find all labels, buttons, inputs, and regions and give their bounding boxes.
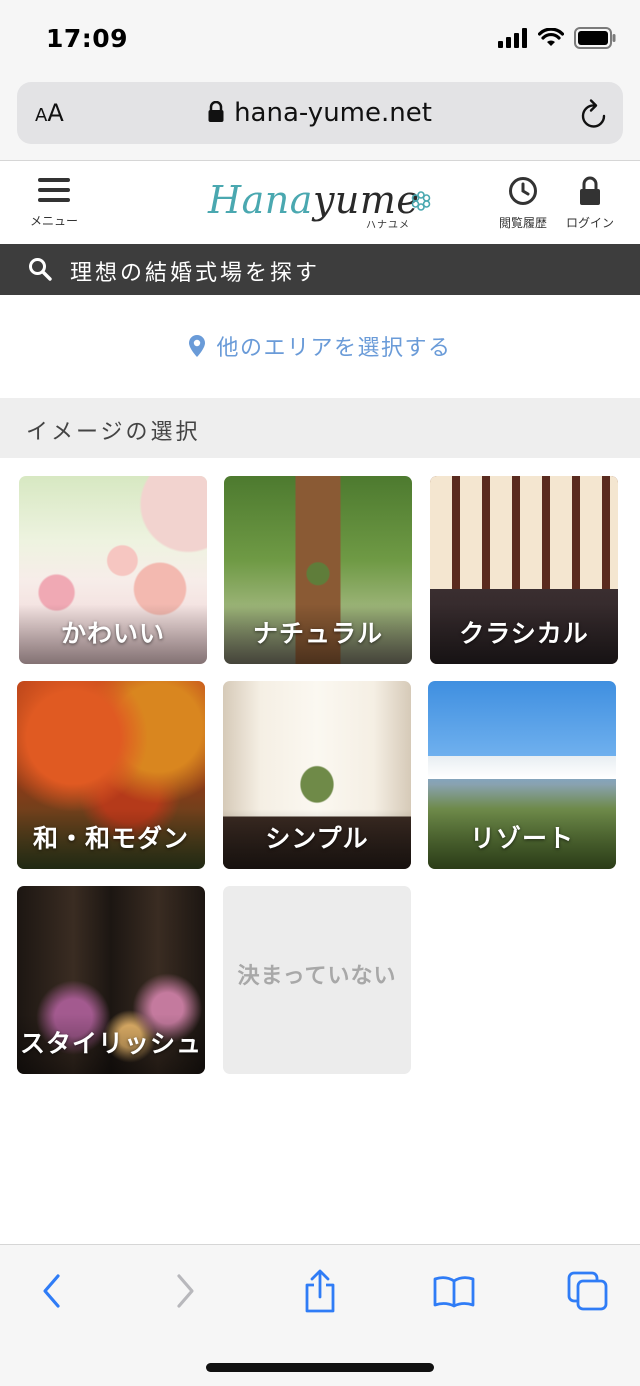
- tile-label: シンプル: [265, 824, 369, 853]
- cellular-signal-icon: [498, 28, 528, 52]
- menu-button[interactable]: メニュー: [24, 176, 84, 236]
- flower-icon: [410, 190, 432, 216]
- tile-kawaii[interactable]: かわいい: [19, 476, 207, 664]
- lock-icon: [208, 100, 224, 130]
- clock-icon: [508, 177, 538, 210]
- tile-label: クラシカル: [459, 619, 589, 648]
- status-time: 17:09: [46, 24, 129, 53]
- search-bar-label: 理想の結婚式場を探す: [70, 261, 321, 286]
- hamburger-icon: [36, 178, 72, 208]
- share-icon: [302, 1269, 338, 1317]
- history-button[interactable]: 閲覧履歴: [494, 176, 552, 231]
- url-display[interactable]: hana-yume.net: [17, 98, 623, 130]
- url-text: hana-yume.net: [234, 98, 432, 128]
- chevron-right-icon: [173, 1273, 197, 1313]
- venue-search-bar[interactable]: 理想の結婚式場を探す: [0, 244, 640, 295]
- address-bar[interactable]: AA hana-yume.net: [17, 82, 623, 144]
- tile-stylish[interactable]: スタイリッシュ: [17, 886, 205, 1074]
- history-label: 閲覧履歴: [498, 216, 547, 230]
- browser-toolbar: [0, 1244, 640, 1386]
- login-label: ログイン: [565, 216, 614, 230]
- wifi-icon: [537, 27, 565, 52]
- location-pin-icon: [188, 334, 206, 364]
- area-select-text: 他のエリアを選択する: [216, 336, 452, 361]
- forward-button[interactable]: [161, 1269, 209, 1317]
- status-bar: 17:09: [0, 0, 640, 78]
- image-select-header: イメージの選択: [0, 398, 640, 458]
- battery-icon: [574, 27, 616, 53]
- tile-label: 決まっていない: [237, 964, 397, 989]
- tile-label: 和・和モダン: [32, 824, 189, 853]
- tile-resort[interactable]: リゾート: [428, 681, 616, 869]
- browser-address-area: AA hana-yume.net: [0, 78, 640, 161]
- tabs-button[interactable]: [564, 1269, 612, 1317]
- back-button[interactable]: [28, 1269, 76, 1317]
- bookmarks-button[interactable]: [430, 1269, 478, 1317]
- site-header: メニュー Hanayume ハナユメ 閲覧履歴 ログイン: [0, 162, 640, 244]
- share-button[interactable]: [296, 1269, 344, 1317]
- tabs-icon: [567, 1271, 609, 1315]
- tile-label: リゾート: [469, 824, 574, 853]
- lock-icon: [579, 176, 601, 210]
- tile-label: スタイリッシュ: [19, 1029, 202, 1058]
- tile-simple[interactable]: シンプル: [223, 681, 411, 869]
- login-button[interactable]: ログイン: [562, 176, 618, 231]
- chevron-left-icon: [40, 1273, 64, 1313]
- tile-undecided[interactable]: 決まっていない: [223, 886, 411, 1074]
- area-select-section: 他のエリアを選択する: [0, 296, 640, 398]
- site-logo[interactable]: Hanayume ハナユメ: [208, 176, 438, 232]
- status-icons: [498, 27, 616, 53]
- logo-kana: ハナユメ: [366, 220, 410, 231]
- tile-japanese-modern[interactable]: 和・和モダン: [17, 681, 205, 869]
- tile-classical[interactable]: クラシカル: [430, 476, 618, 664]
- tile-label: ナチュラル: [252, 619, 383, 648]
- section-title: イメージの選択: [26, 420, 201, 445]
- home-indicator: [206, 1363, 434, 1372]
- tile-natural[interactable]: ナチュラル: [224, 476, 412, 664]
- area-select-link[interactable]: 他のエリアを選択する: [0, 330, 640, 364]
- reload-icon[interactable]: [579, 97, 609, 133]
- search-icon: [28, 257, 52, 285]
- tile-label: かわいい: [60, 619, 165, 648]
- menu-label: メニュー: [29, 214, 78, 228]
- book-icon: [433, 1274, 475, 1312]
